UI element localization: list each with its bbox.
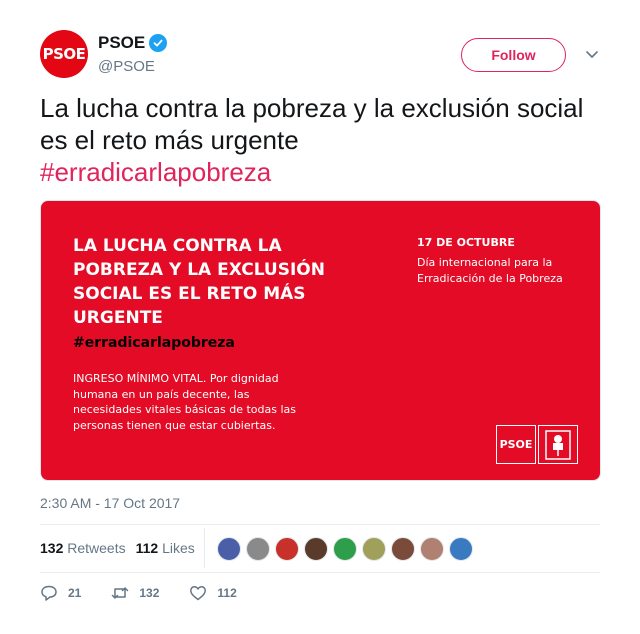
likes-count: 112 bbox=[135, 540, 159, 556]
tweet-media-image[interactable]: LA LUCHA CONTRA LA POBREZA Y LA EXCLUSIÓ… bbox=[40, 200, 601, 481]
liker-avatar[interactable] bbox=[420, 537, 444, 561]
likes-stat[interactable]: 112 Likes bbox=[136, 540, 195, 556]
follow-button[interactable]: Follow bbox=[461, 38, 566, 72]
profile-avatar[interactable]: PSOE bbox=[40, 30, 88, 78]
retweet-count: 132 bbox=[139, 586, 160, 600]
media-hashtag: #erradicarlapobreza bbox=[73, 335, 235, 351]
liker-avatar[interactable] bbox=[304, 537, 328, 561]
reply-count: 21 bbox=[68, 586, 82, 600]
divider bbox=[40, 572, 600, 573]
engagement-stats: 132 Retweets 112 Likes bbox=[40, 540, 195, 556]
avatar-logo-text: PSOE bbox=[42, 45, 86, 63]
divider bbox=[40, 524, 600, 525]
media-date: 17 DE OCTUBRE bbox=[417, 236, 515, 249]
retweets-count: 132 bbox=[40, 540, 64, 556]
liker-avatars bbox=[217, 537, 473, 561]
media-psoe-logo: PSOE bbox=[496, 425, 536, 464]
liker-avatar[interactable] bbox=[333, 537, 357, 561]
like-button[interactable]: 112 bbox=[189, 584, 237, 602]
media-body-text: INGRESO MÍNIMO VITAL. Por dignidad human… bbox=[73, 372, 297, 432]
tweet-body: La lucha contra la pobreza y la exclusió… bbox=[40, 93, 584, 155]
rose-logo-icon bbox=[538, 425, 578, 464]
retweet-icon bbox=[112, 587, 129, 599]
liker-avatar[interactable] bbox=[217, 537, 241, 561]
account-handle[interactable]: @PSOE bbox=[98, 58, 155, 75]
chevron-down-icon[interactable] bbox=[584, 46, 600, 62]
reply-icon bbox=[41, 585, 57, 601]
tweet-text: La lucha contra la pobreza y la exclusió… bbox=[40, 92, 610, 188]
verified-badge-icon bbox=[149, 34, 168, 52]
liker-avatar[interactable] bbox=[275, 537, 299, 561]
media-subtitle: Día internacional para la Erradicación d… bbox=[417, 256, 563, 285]
tweet-hashtag-link[interactable]: #erradicarlapobreza bbox=[40, 157, 271, 187]
account-name-row[interactable]: PSOE bbox=[98, 33, 168, 53]
liker-avatar[interactable] bbox=[362, 537, 386, 561]
retweet-button[interactable]: 132 bbox=[111, 584, 159, 602]
liker-avatar[interactable] bbox=[246, 537, 270, 561]
tweet-actions: 21 132 112 bbox=[40, 584, 267, 602]
reply-button[interactable]: 21 bbox=[40, 584, 81, 602]
likes-label: Likes bbox=[162, 540, 195, 556]
heart-icon bbox=[190, 586, 207, 601]
media-headline: LA LUCHA CONTRA LA POBREZA Y LA EXCLUSIÓ… bbox=[73, 236, 325, 328]
like-count: 112 bbox=[217, 586, 237, 600]
tweet-timestamp[interactable]: 2:30 AM - 17 Oct 2017 bbox=[40, 495, 180, 511]
stats-separator bbox=[204, 528, 205, 568]
liker-avatar[interactable] bbox=[449, 537, 473, 561]
retweets-label: Retweets bbox=[67, 540, 126, 556]
retweets-stat[interactable]: 132 Retweets bbox=[40, 540, 126, 556]
liker-avatar[interactable] bbox=[391, 537, 415, 561]
account-name[interactable]: PSOE bbox=[98, 33, 145, 53]
